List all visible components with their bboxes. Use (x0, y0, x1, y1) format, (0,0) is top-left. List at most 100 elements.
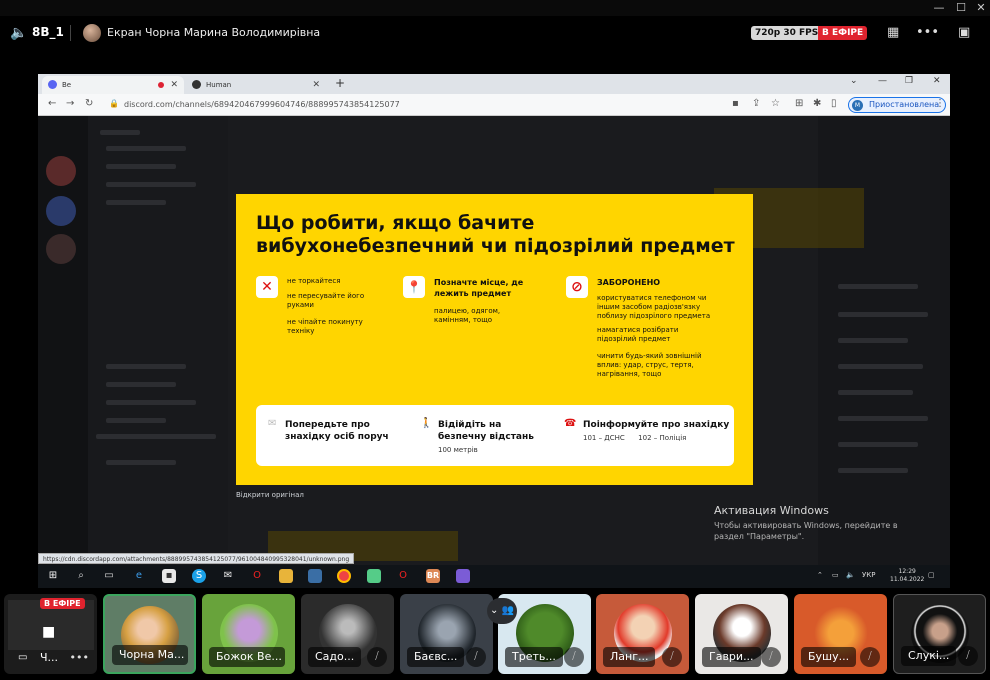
mic-muted-icon[interactable]: ⧸ (761, 647, 781, 667)
shared-screen: Ве ✕ Human ✕ + ⌄ — ❐ ✕ ← → ↻ 🔒 discord.c… (38, 74, 950, 588)
star-icon[interactable]: ☆ (771, 98, 780, 109)
member-item (838, 312, 928, 317)
start-icon[interactable]: ⊞ (46, 569, 60, 583)
rule-text: не пересувайте його руками (287, 292, 365, 309)
mic-muted-icon[interactable]: ⧸ (564, 647, 584, 667)
tab-label: Human (206, 81, 232, 89)
participant-name: Бушу... (801, 647, 857, 667)
maximize-icon[interactable]: ❐ (905, 76, 913, 86)
clock[interactable]: 12:29 11.04.2022 (890, 568, 924, 584)
maximize-button[interactable]: ☐ (950, 0, 972, 16)
card-heading: Попередьте про знахідку осіб поруч (285, 420, 389, 442)
card-sub: 100 метрів (438, 446, 478, 454)
stream-header: 🔈 8B_1 Екран Чорна Марина Володимирівна … (0, 16, 990, 50)
activation-heading: Активация Windows (714, 504, 829, 517)
windows-taskbar: ⊞ ⌕ ▭ e ▪ S ✉ O O BR ⌃ ▭ 🔈 УКР 12:29 11.… (38, 565, 950, 588)
back-icon[interactable]: ← (48, 98, 56, 109)
mail-icon[interactable]: ✉ (221, 569, 235, 583)
mic-muted-icon[interactable]: ⧸ (662, 647, 682, 667)
poster-title: Що робити, якщо бачите вибухонебезпечний… (256, 212, 735, 257)
participant-tile[interactable]: Бушу... ⧸ (794, 594, 887, 674)
participants-toggle-button[interactable]: ⌄ 👥 (487, 598, 517, 624)
puzzle-icon[interactable]: ✱ (813, 98, 821, 109)
participant-tile[interactable]: Божок Ве... (202, 594, 295, 674)
more-icon[interactable]: ••• (916, 25, 939, 40)
minimize-button[interactable]: — (928, 0, 950, 16)
more-icon[interactable]: ••• (70, 651, 89, 664)
extension-icon[interactable]: ⊞ (795, 98, 803, 109)
avatar (83, 24, 101, 42)
participant-tile[interactable]: Гаври... ⧸ (695, 594, 788, 674)
opera-icon[interactable]: O (250, 569, 264, 583)
member-item (838, 468, 908, 473)
notification-icon[interactable]: ▢ (928, 571, 935, 579)
sidebar-icon[interactable]: ▯ (831, 98, 837, 109)
browser-tabbar: Ве ✕ Human ✕ + ⌄ — ❐ ✕ (38, 74, 950, 94)
participant-tile[interactable]: Чорна Ма... (103, 594, 196, 674)
address-bar[interactable]: discord.com/channels/689420467999604746/… (116, 97, 816, 113)
mic-muted-icon[interactable]: ⧸ (860, 647, 880, 667)
br-icon[interactable]: BR (426, 569, 440, 583)
mic-muted-icon[interactable]: ⧸ (367, 647, 387, 667)
participant-tile[interactable]: Садо... ⧸ (301, 594, 394, 674)
participant-name: Садо... (308, 647, 362, 667)
camera-icon[interactable]: ▪ (732, 98, 739, 109)
search-icon[interactable]: ⌕ (74, 569, 88, 583)
chrome-icon[interactable] (337, 569, 351, 583)
chevron-down-icon[interactable]: ⌄ (850, 76, 858, 86)
server-icon[interactable] (46, 196, 76, 226)
os-titlebar: — ☐ ✕ (0, 0, 990, 16)
server-icon[interactable] (46, 156, 76, 186)
participant-name: Чорна Ма... (112, 645, 188, 665)
server-list (38, 116, 88, 565)
participant-tile[interactable]: В ЕФІРЕ ■ ▭ Ч... ••• (4, 594, 97, 674)
opera-gx-icon[interactable]: O (396, 569, 410, 583)
tab-discord[interactable]: Ве ✕ (42, 76, 184, 94)
mic-muted-icon[interactable]: ⧸ (958, 646, 978, 666)
share-icon[interactable]: ⇪ (752, 98, 760, 109)
discord-app-icon[interactable] (456, 569, 470, 583)
popout-icon[interactable]: ▣ (958, 25, 970, 40)
tab-human[interactable]: Human ✕ (186, 76, 326, 94)
grid-icon[interactable]: ▦ (887, 25, 899, 40)
skype-icon[interactable]: S (192, 569, 206, 583)
live-badge: В ЕФІРЕ (40, 598, 85, 609)
reload-icon[interactable]: ↻ (85, 98, 93, 109)
server-icon[interactable] (46, 234, 76, 264)
open-original-link[interactable]: Відкрити оригінал (236, 491, 304, 499)
mic-muted-icon[interactable]: ⧸ (466, 647, 486, 667)
close-button[interactable]: ✕ (970, 0, 990, 16)
edge-icon[interactable]: e (132, 569, 146, 583)
participant-tile[interactable]: Ланг... ⧸ (596, 594, 689, 674)
new-tab-button[interactable]: + (335, 76, 345, 90)
close-icon[interactable]: ✕ (933, 76, 941, 86)
participant-tile[interactable]: Слукі... ⧸ (893, 594, 986, 674)
network-icon[interactable]: ▭ (832, 571, 839, 579)
menu-icon[interactable]: ⋮ (935, 98, 945, 109)
participant-name: Баєвс... (407, 647, 465, 667)
tray-chevron-icon[interactable]: ⌃ (817, 571, 823, 579)
channel-item (106, 364, 186, 369)
participant-name: Гаври... (702, 647, 761, 667)
close-icon[interactable]: ✕ (170, 76, 178, 94)
minimize-icon[interactable]: — (878, 76, 887, 86)
tab-label: Ве (62, 81, 72, 89)
card-item: Поінформуйте про знахідку 101 – ДСНС 102… (583, 419, 733, 442)
volume-icon[interactable]: 🔈 (10, 25, 27, 41)
member-list (818, 116, 950, 565)
profile-button[interactable]: М Приостановлена (848, 97, 947, 113)
folder-icon[interactable] (279, 569, 293, 583)
taskview-icon[interactable]: ▭ (102, 569, 116, 583)
stream-title: Екран Чорна Марина Володимирівна (107, 26, 321, 39)
rule-text: чинити будь-який зовнішній вплив: удар, … (597, 352, 702, 378)
store-icon[interactable]: ▪ (162, 569, 176, 583)
member-item (838, 284, 918, 289)
user-item (106, 460, 176, 465)
close-icon[interactable]: ✕ (312, 76, 320, 94)
participant-tile[interactable]: Баєвс... ⧸ (400, 594, 493, 674)
language-indicator[interactable]: УКР (862, 571, 875, 579)
app-icon[interactable] (308, 569, 322, 583)
photos-icon[interactable] (367, 569, 381, 583)
forward-icon[interactable]: → (66, 98, 74, 109)
speaker-icon[interactable]: 🔈 (846, 571, 855, 579)
